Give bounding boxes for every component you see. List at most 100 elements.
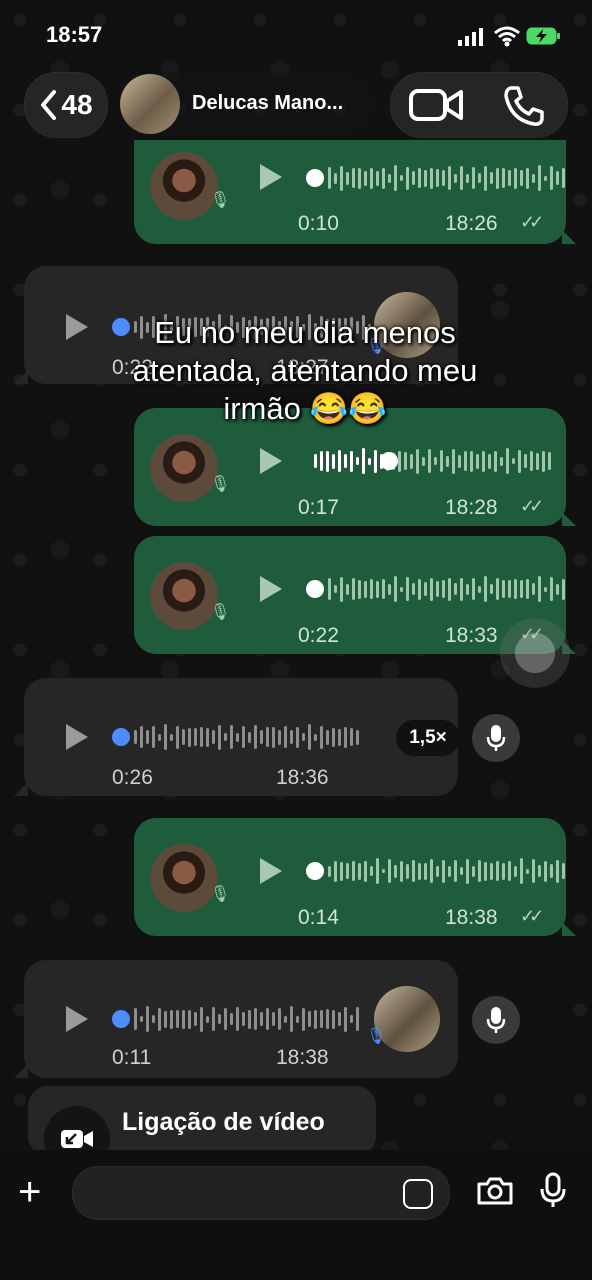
voice-message-outgoing[interactable]: 🎙 0:22 18:33 ✓✓: [134, 536, 576, 654]
waveform-bar: [548, 452, 551, 470]
waveform-bar: [502, 168, 505, 188]
battery-charging-icon: [526, 27, 560, 45]
waveform-bar: [448, 577, 451, 601]
transcribe-button[interactable]: [472, 996, 520, 1044]
mic-icon: 🎙: [210, 192, 231, 209]
playback-dot[interactable]: [306, 580, 324, 598]
play-button[interactable]: [260, 448, 282, 474]
contact-info-button[interactable]: Delucas Mano...: [114, 72, 376, 136]
video-call-card[interactable]: Ligação de vídeo: [28, 1086, 376, 1156]
waveform-bar: [376, 170, 379, 186]
bubble-tail: [562, 922, 576, 936]
waveform[interactable]: [328, 163, 565, 193]
contact-name: Delucas Mano...: [192, 92, 344, 114]
waveform-bar: [442, 580, 445, 598]
play-button[interactable]: [66, 724, 88, 750]
playback-dot[interactable]: [306, 169, 324, 187]
playback-dot[interactable]: [112, 1010, 130, 1028]
bubble-tail: [562, 512, 576, 526]
waveform-bar: [224, 733, 227, 741]
playback-dot[interactable]: [112, 728, 130, 746]
transcribe-button[interactable]: [472, 714, 520, 762]
voice-message-outgoing[interactable]: 🎙 0:10 18:26 ✓✓: [134, 140, 576, 244]
waveform-bar: [308, 724, 311, 750]
waveform-bar: [194, 728, 197, 746]
waveform-bar: [334, 585, 337, 593]
waveform-bar: [364, 170, 367, 186]
waveform-bar: [562, 863, 565, 879]
waveform-bar: [164, 724, 167, 750]
waveform-bar: [382, 579, 385, 599]
waveform-bar: [364, 580, 367, 598]
waveform-bar: [424, 582, 427, 596]
waveform-bar: [272, 1012, 275, 1026]
waveform-bar: [182, 729, 185, 745]
waveform-bar: [356, 457, 359, 465]
message-input[interactable]: [72, 1166, 450, 1220]
wifi-icon: [494, 26, 520, 47]
waveform-bar: [328, 578, 331, 600]
video-call-icon[interactable]: [409, 87, 463, 123]
waveform-bar: [490, 172, 493, 184]
waveform-bar: [362, 448, 365, 474]
waveform-bar: [460, 867, 463, 875]
waveform-bar: [478, 860, 481, 882]
mic-icon: 🎙: [210, 886, 231, 903]
playback-speed-button[interactable]: 1,5×: [396, 720, 460, 756]
waveform-bar: [260, 1012, 263, 1026]
playback-dot[interactable]: [306, 862, 324, 880]
sticker-icon[interactable]: [403, 1179, 433, 1209]
timestamp: 18:28: [445, 496, 498, 519]
video-caption: Eu no meu dia menos atentada, atentando …: [132, 315, 478, 426]
plus-icon[interactable]: +: [18, 1172, 41, 1212]
waveform-bar: [436, 865, 439, 877]
phone-call-icon[interactable]: [503, 85, 545, 127]
waveform-bar: [442, 859, 445, 883]
waveform-bar: [416, 448, 419, 474]
waveform-bar: [332, 1009, 335, 1029]
waveform-bar: [170, 1009, 173, 1029]
back-button[interactable]: 48: [24, 72, 108, 138]
bubble-tail: [14, 1064, 28, 1078]
duration: 0:10: [298, 212, 339, 235]
voice-message-incoming[interactable]: 🎙 0:11 18:38: [14, 960, 458, 1078]
waveform-bar: [338, 1012, 341, 1026]
voice-record-mic-icon[interactable]: [540, 1172, 566, 1208]
waveform-bar: [508, 861, 511, 881]
waveform-bar: [140, 1016, 143, 1022]
waveform[interactable]: [328, 856, 565, 886]
waveform[interactable]: [328, 574, 565, 604]
waveform-bar: [470, 450, 473, 472]
voice-message-incoming[interactable]: 1,5× 0:26 18:36: [14, 678, 460, 796]
waveform[interactable]: [134, 1004, 359, 1034]
waveform-bar: [328, 167, 331, 189]
waveform-bar: [248, 731, 251, 743]
waveform-bar: [338, 728, 341, 746]
waveform[interactable]: [134, 722, 359, 752]
waveform-bar: [464, 451, 467, 471]
play-button[interactable]: [260, 858, 282, 884]
camera-icon[interactable]: [476, 1176, 514, 1206]
waveform-bar: [266, 727, 269, 747]
read-ticks-icon: ✓✓: [520, 212, 544, 232]
play-button[interactable]: [66, 314, 88, 340]
waveform-bar: [412, 583, 415, 595]
play-button[interactable]: [260, 164, 282, 190]
play-button[interactable]: [66, 1006, 88, 1032]
waveform-bar: [206, 727, 209, 747]
waveform-bar: [526, 579, 529, 599]
waveform-bar: [230, 725, 233, 749]
contact-avatar: [120, 74, 180, 134]
waveform-bar: [428, 449, 431, 473]
voice-message-outgoing[interactable]: 🎙 0:14 18:38 ✓✓: [134, 818, 576, 936]
waveform-bar: [520, 858, 523, 884]
unread-count: 48: [61, 89, 93, 120]
waveform-bar: [424, 862, 427, 880]
playback-dot[interactable]: [380, 452, 398, 470]
waveform-bar: [320, 1010, 323, 1028]
waveform[interactable]: [314, 446, 551, 476]
touch-indicator: [500, 618, 570, 688]
play-button[interactable]: [260, 576, 282, 602]
waveform-bar: [436, 581, 439, 597]
mic-icon: [486, 725, 506, 751]
